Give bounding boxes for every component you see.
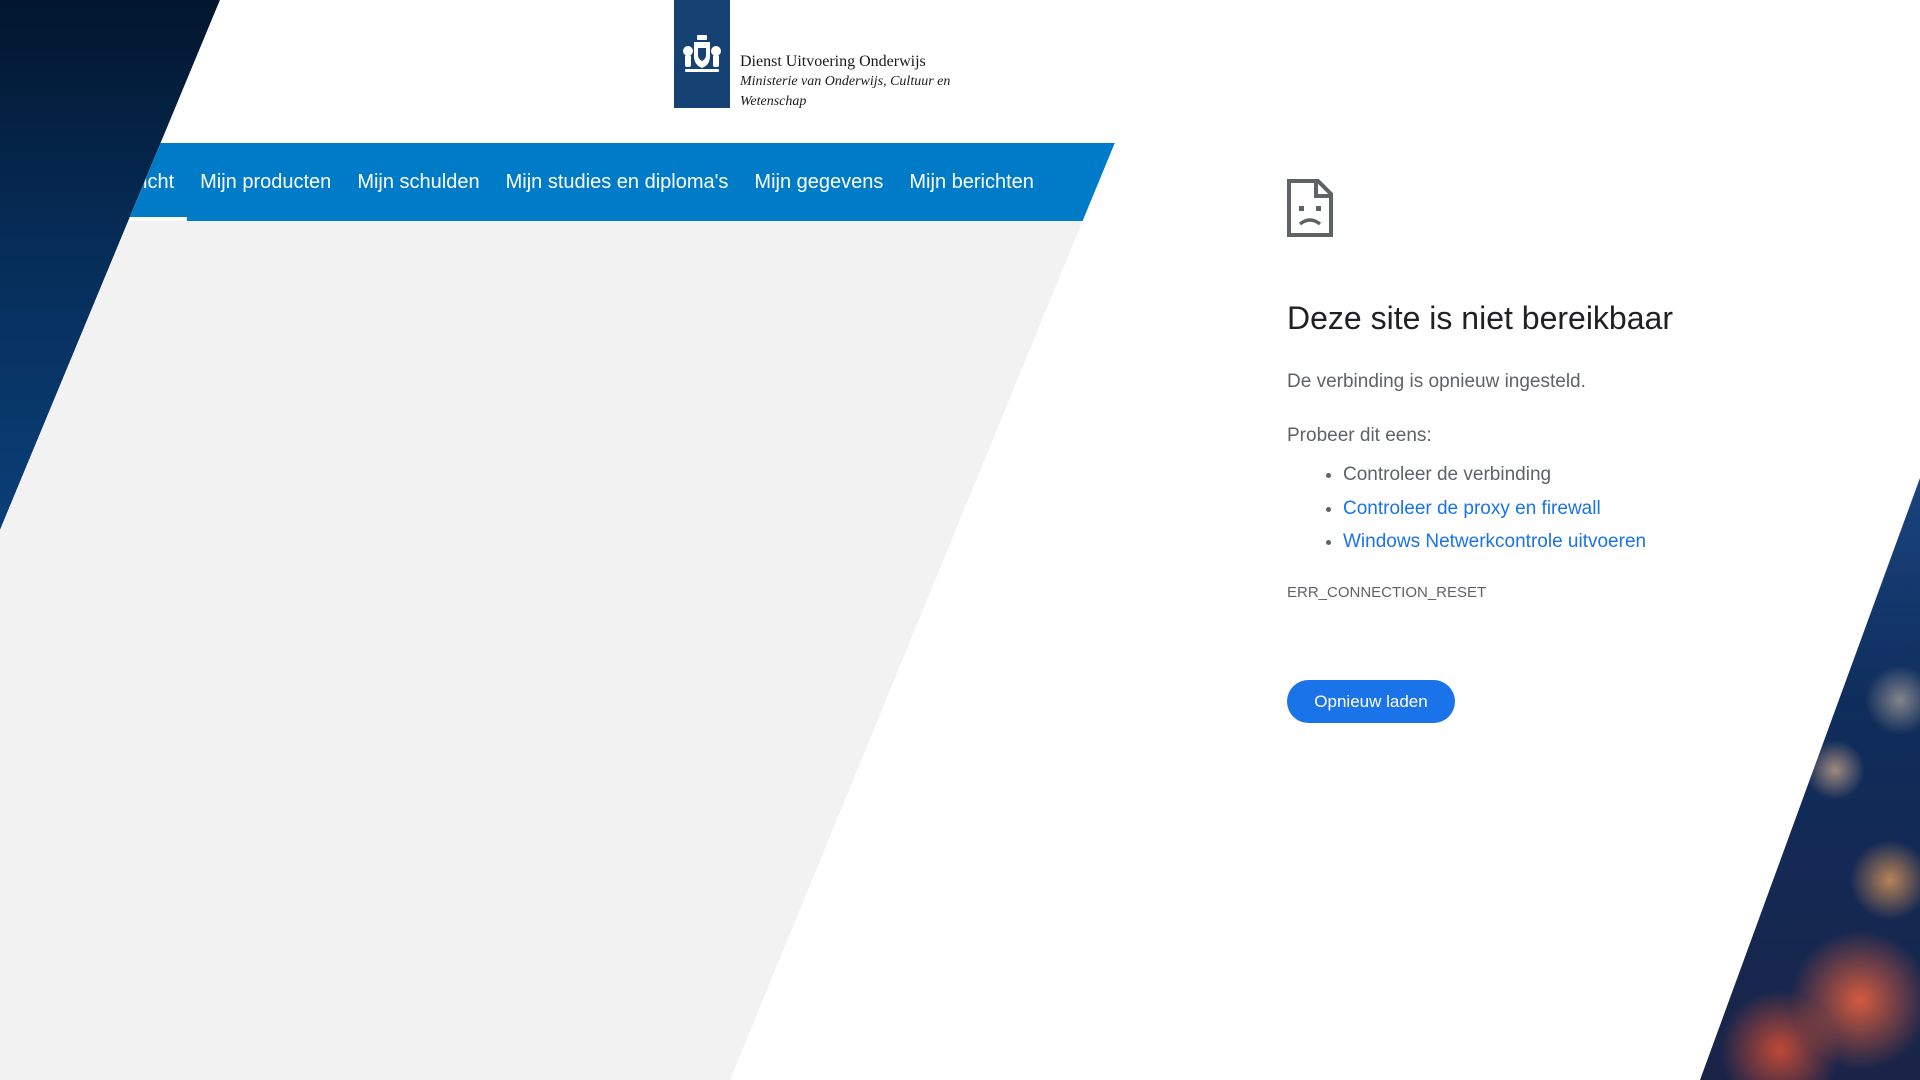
error-subtitle: De verbinding is opnieuw ingesteld. xyxy=(1287,371,1586,392)
nav-item-mijn-gegevens[interactable]: Mijn gegevens xyxy=(741,143,896,221)
suggestion-list: Controleer de verbinding Controleer de p… xyxy=(1287,458,1646,559)
nav-item-mijn-berichten[interactable]: Mijn berichten xyxy=(896,143,1047,221)
slide-canvas: Dienst Uitvoering Onderwijs Ministerie v… xyxy=(0,0,1920,1080)
error-code: ERR_CONNECTION_RESET xyxy=(1287,584,1487,601)
ministry-name-line1: Ministerie van Onderwijs, Cultuur en xyxy=(740,74,951,89)
nav-item-mijn-studies[interactable]: Mijn studies en diploma's xyxy=(493,143,742,221)
nav-items: zicht Mijn producten Mijn schulden Mijn … xyxy=(120,143,1047,221)
nav-item-mijn-schulden[interactable]: Mijn schulden xyxy=(344,143,492,221)
try-this-label: Probeer dit eens: xyxy=(1287,425,1432,446)
rijksoverheid-logo-bar xyxy=(674,0,730,108)
site-main-nav: zicht Mijn producten Mijn schulden Mijn … xyxy=(0,143,1120,221)
suggestion-check-connection: Controleer de verbinding xyxy=(1343,458,1646,492)
error-title: Deze site is niet bereikbaar xyxy=(1287,300,1673,336)
suggestion-proxy-firewall-link[interactable]: Controleer de proxy en firewall xyxy=(1343,492,1646,526)
suggestion-network-diagnostics-link[interactable]: Windows Netwerkcontrole uitvoeren xyxy=(1343,525,1646,559)
duo-site-screenshot: Dienst Uitvoering Onderwijs Ministerie v… xyxy=(0,0,1120,1080)
sad-page-icon xyxy=(1287,179,1333,237)
ministry-name-line2: Wetenschap xyxy=(740,94,807,109)
coat-of-arms-icon xyxy=(683,35,721,72)
site-content-area xyxy=(0,220,1120,1080)
reload-button[interactable]: Opnieuw laden xyxy=(1287,680,1455,723)
ministry-wordmark: Dienst Uitvoering Onderwijs Ministerie v… xyxy=(740,52,950,112)
nav-item-mijn-producten[interactable]: Mijn producten xyxy=(187,143,344,221)
org-name: Dienst Uitvoering Onderwijs xyxy=(740,53,926,70)
